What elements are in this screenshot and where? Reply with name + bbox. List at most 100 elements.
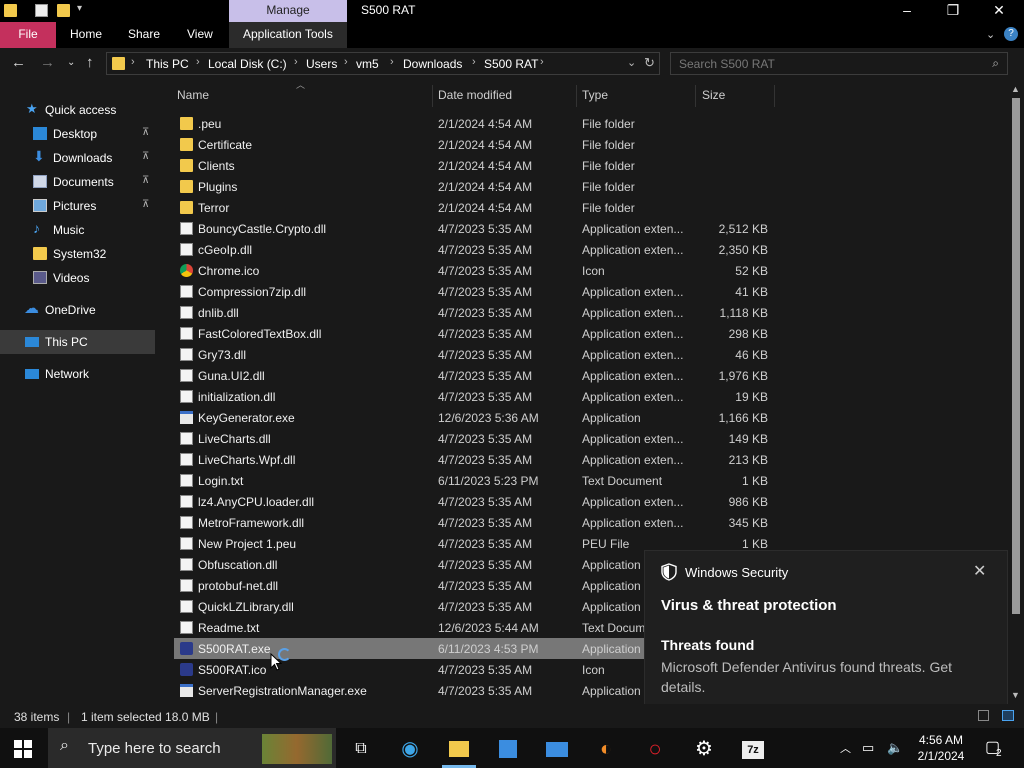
breadcrumb-s500-rat[interactable]: S500 RAT xyxy=(484,57,538,71)
file-size: 2,512 KB xyxy=(718,222,768,236)
nav-label: Quick access xyxy=(45,103,117,117)
nav-item-onedrive[interactable]: ☁ OneDrive xyxy=(0,298,155,322)
details-view-icon[interactable] xyxy=(978,710,989,721)
close-button[interactable]: ✕ xyxy=(976,0,1022,22)
column-header-date-modified[interactable]: Date modified xyxy=(438,88,512,102)
folder-icon[interactable] xyxy=(4,4,17,17)
file-row[interactable]: BouncyCastle.Crypto.dll 4/7/2023 5:35 AM A… xyxy=(174,218,774,239)
file-row[interactable]: Plugins 2/1/2024 4:54 AM File folder xyxy=(174,176,774,197)
chevron-down-icon[interactable]: ⌄ xyxy=(986,28,995,41)
mouse-cursor-icon xyxy=(270,653,282,671)
file-row[interactable]: .peu 2/1/2024 4:54 AM File folder xyxy=(174,113,774,134)
minimize-button[interactable]: – xyxy=(884,0,930,22)
file-row[interactable]: FastColoredTextBox.dll 4/7/2023 5:35 AM Ap… xyxy=(174,323,774,344)
column-header-name[interactable]: Name xyxy=(177,88,209,102)
column-header-size[interactable]: Size xyxy=(702,88,725,102)
up-arrow-icon[interactable]: ↑ xyxy=(86,54,94,71)
file-row[interactable]: Chrome.ico 4/7/2023 5:35 AM Icon 52 KB xyxy=(174,260,774,281)
file-explorer-icon[interactable] xyxy=(446,736,472,762)
column-divider[interactable] xyxy=(432,85,433,107)
tab-view[interactable]: View xyxy=(187,22,213,48)
new-folder-icon[interactable] xyxy=(57,4,70,17)
breadcrumb-local-disk[interactable]: Local Disk (C:) xyxy=(208,57,287,71)
file-type: Application exten... xyxy=(582,432,684,446)
firefox-icon[interactable]: ◐ xyxy=(593,736,619,762)
nav-item-this-pc[interactable]: This PC xyxy=(0,330,155,354)
file-size: 213 KB xyxy=(728,453,768,467)
breadcrumb-vm5[interactable]: vm5 xyxy=(356,57,379,71)
taskbar-search-box[interactable]: ⌕ Type here to search xyxy=(48,728,336,768)
breadcrumb-downloads[interactable]: Downloads xyxy=(403,57,462,71)
file-row[interactable]: Login.txt 6/11/2023 5:23 PM Text Document 1… xyxy=(174,470,774,491)
properties-icon[interactable] xyxy=(35,4,48,17)
opera-icon[interactable]: ○ xyxy=(642,736,668,762)
search-input[interactable]: Search S500 RAT ⌕ xyxy=(670,52,1008,75)
file-row[interactable]: Compression7zip.dll 4/7/2023 5:35 AM Appli… xyxy=(174,281,774,302)
scroll-up-icon[interactable]: ▲ xyxy=(1011,84,1020,94)
file-row[interactable]: S500RAT.exe 6/11/2023 4:53 PM Application xyxy=(174,638,644,659)
windows-security-notification[interactable]: Windows Security ✕ Virus & threat protec… xyxy=(644,550,1008,714)
file-row[interactable]: Certificate 2/1/2024 4:54 AM File folder xyxy=(174,134,774,155)
column-divider[interactable] xyxy=(774,85,775,107)
tab-file[interactable]: File xyxy=(0,22,56,48)
large-icons-view-icon[interactable] xyxy=(1002,710,1014,721)
file-row[interactable]: cGeoIp.dll 4/7/2023 5:35 AM Application ex… xyxy=(174,239,774,260)
nav-item-downloads[interactable]: ⬇ Downloads ⊼ xyxy=(0,146,155,170)
file-row[interactable]: Terror 2/1/2024 4:54 AM File folder xyxy=(174,197,774,218)
nav-item-pictures[interactable]: Pictures ⊼ xyxy=(0,194,155,218)
breadcrumb-users[interactable]: Users xyxy=(306,57,337,71)
file-row[interactable]: Guna.UI2.dll 4/7/2023 5:35 AM Application … xyxy=(174,365,774,386)
column-divider[interactable] xyxy=(576,85,577,107)
nav-quick-access[interactable]: ★ Quick access xyxy=(0,98,155,122)
file-row[interactable]: dnlib.dll 4/7/2023 5:35 AM Application ext… xyxy=(174,302,774,323)
mail-icon[interactable] xyxy=(544,736,570,762)
navigation-pane: ★ Quick access Desktop ⊼ ⬇ Downloads ⊼ D… xyxy=(0,80,158,704)
vertical-scrollbar[interactable]: ▲ ▼ xyxy=(1008,82,1024,704)
nav-item-network[interactable]: Network xyxy=(0,362,155,386)
file-row[interactable]: KeyGenerator.exe 12/6/2023 5:36 AM Applica… xyxy=(174,407,774,428)
scroll-down-icon[interactable]: ▼ xyxy=(1011,690,1020,700)
file-row[interactable]: lz4.AnyCPU.loader.dll 4/7/2023 5:35 AM App… xyxy=(174,491,774,512)
nav-item-documents[interactable]: Documents ⊼ xyxy=(0,170,155,194)
settings-gear-icon[interactable]: ⚙ xyxy=(691,736,717,762)
address-bar[interactable]: › This PC › Local Disk (C:) › Users › vm… xyxy=(106,52,660,75)
nav-item-music[interactable]: ♪ Music xyxy=(0,218,155,242)
breadcrumb-this-pc[interactable]: This PC xyxy=(146,57,189,71)
file-row[interactable]: LiveCharts.dll 4/7/2023 5:35 AM Applicatio… xyxy=(174,428,774,449)
nav-item-desktop[interactable]: Desktop ⊼ xyxy=(0,122,155,146)
nav-item-videos[interactable]: Videos xyxy=(0,266,155,290)
column-divider[interactable] xyxy=(695,85,696,107)
search-highlight-image xyxy=(262,734,332,764)
file-row[interactable]: MetroFramework.dll 4/7/2023 5:35 AM Applic… xyxy=(174,512,774,533)
file-row[interactable]: LiveCharts.Wpf.dll 4/7/2023 5:35 AM Applic… xyxy=(174,449,774,470)
file-row[interactable]: initialization.dll 4/7/2023 5:35 AM Applic… xyxy=(174,386,774,407)
file-row[interactable]: Clients 2/1/2024 4:54 AM File folder xyxy=(174,155,774,176)
refresh-icon[interactable]: ↻ xyxy=(644,55,655,71)
edge-browser-icon[interactable]: ◉ xyxy=(397,736,423,762)
tab-home[interactable]: Home xyxy=(70,22,102,48)
column-header-type[interactable]: Type xyxy=(582,88,608,102)
tab-application-tools[interactable]: Application Tools xyxy=(243,22,333,48)
volume-muted-icon[interactable]: 🔈 xyxy=(887,740,903,756)
scrollbar-thumb[interactable] xyxy=(1012,98,1020,614)
show-hidden-icons-chevron-icon[interactable]: ︿ xyxy=(840,740,851,756)
tab-share[interactable]: Share xyxy=(128,22,160,48)
file-type: Application exten... xyxy=(582,516,684,530)
task-view-icon[interactable]: ⧉ xyxy=(348,736,374,762)
network-tray-icon[interactable]: ▭ xyxy=(862,740,874,756)
windows-start-icon[interactable] xyxy=(14,740,32,758)
help-icon[interactable]: ? xyxy=(1004,27,1018,41)
microsoft-store-icon[interactable] xyxy=(495,736,521,762)
back-arrow-icon[interactable]: ← xyxy=(11,54,26,71)
maximize-button[interactable]: ❐ xyxy=(930,0,976,22)
7zip-icon[interactable]: 7z xyxy=(740,736,766,762)
forward-arrow-icon[interactable]: → xyxy=(40,54,55,71)
notification-close-icon[interactable]: ✕ xyxy=(973,561,986,581)
recent-locations-chevron-icon[interactable]: ⌄ xyxy=(67,57,75,68)
manage-context-tab[interactable]: Manage xyxy=(229,0,347,22)
address-dropdown-icon[interactable]: ⌄ xyxy=(627,56,636,69)
file-row[interactable]: Gry73.dll 4/7/2023 5:35 AM Application ext… xyxy=(174,344,774,365)
quick-access-toolbar-dropdown-icon[interactable]: ▾ xyxy=(77,3,82,14)
nav-item-system32[interactable]: System32 xyxy=(0,242,155,266)
taskbar-clock[interactable]: 4:56 AM 2/1/2024 xyxy=(914,732,968,764)
